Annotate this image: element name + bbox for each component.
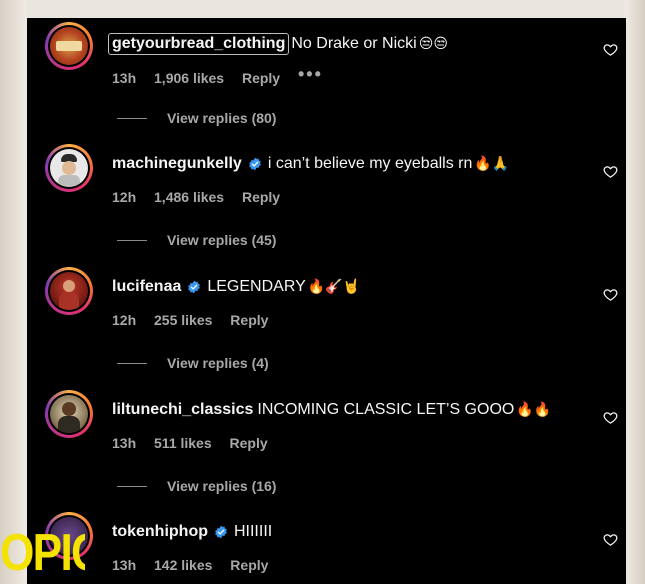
- reply-button[interactable]: Reply: [242, 70, 280, 86]
- like-count[interactable]: 511 likes: [154, 435, 212, 451]
- comment-line: tokenhiphop HIIIIII: [112, 523, 272, 541]
- reply-button[interactable]: Reply: [230, 312, 268, 328]
- like-count[interactable]: 255 likes: [154, 312, 212, 328]
- comment-time: 13h: [112, 557, 137, 573]
- comment-text: i can’t believe my eyeballs rn: [267, 155, 473, 172]
- reply-button[interactable]: Reply: [230, 557, 268, 573]
- view-replies-label[interactable]: View replies (80): [167, 110, 276, 126]
- more-options-icon[interactable]: •••: [298, 64, 323, 84]
- comment-line: machinegunkelly i can’t believe my eyeba…: [112, 155, 509, 173]
- view-replies-label[interactable]: View replies (45): [167, 232, 276, 248]
- comment-time: 13h: [112, 70, 137, 86]
- replies-divider: [117, 485, 147, 487]
- comment-meta: 12h 255 likes Reply: [112, 312, 282, 328]
- like-count[interactable]: 1,486 likes: [154, 189, 224, 205]
- comment-meta: 13h 511 likes Reply: [112, 435, 282, 451]
- comment-line: lucifenaa LEGENDARY 🔥🎸🤘: [112, 278, 360, 296]
- username[interactable]: tokenhiphop: [112, 523, 208, 541]
- background-left: [0, 0, 27, 584]
- like-count[interactable]: 142 likes: [154, 557, 212, 573]
- heart-outline-icon[interactable]: [603, 287, 618, 302]
- avatar[interactable]: [45, 22, 93, 70]
- heart-outline-icon[interactable]: [603, 164, 618, 179]
- username[interactable]: machinegunkelly: [112, 155, 242, 173]
- view-replies-button[interactable]: View replies (4): [117, 355, 269, 371]
- heart-outline-icon[interactable]: [603, 42, 618, 57]
- comment-text: LEGENDARY: [207, 278, 306, 295]
- comment-meta: 13h 1,906 likes Reply •••: [112, 64, 337, 88]
- avatar[interactable]: [45, 390, 93, 438]
- view-replies-label[interactable]: View replies (4): [167, 355, 269, 371]
- username[interactable]: lucifenaa: [112, 278, 181, 296]
- username[interactable]: liltunechi_classics: [112, 401, 253, 419]
- like-count[interactable]: 1,906 likes: [154, 70, 224, 86]
- replies-divider: [117, 239, 147, 241]
- comment-meta: 12h 1,486 likes Reply: [112, 189, 294, 205]
- comment-text: HIIIIII: [233, 523, 273, 540]
- replies-divider: [117, 362, 147, 364]
- reply-button[interactable]: Reply: [242, 189, 280, 205]
- username[interactable]: getyourbread_clothing: [108, 33, 290, 55]
- view-replies-label[interactable]: View replies (16): [167, 478, 276, 494]
- comment-time: 13h: [112, 435, 137, 451]
- comment-emoji: 🔥🎸🤘: [307, 279, 361, 295]
- avatar[interactable]: [45, 267, 93, 315]
- comment-emoji: 😒😒: [418, 36, 448, 52]
- comment-emoji: 🔥🔥: [516, 402, 552, 418]
- verified-badge-icon: [188, 280, 201, 294]
- comment-time: 12h: [112, 312, 137, 328]
- comment-text: No Drake or Nicki: [291, 35, 417, 52]
- verified-badge-icon: [248, 157, 261, 171]
- comment-emoji: 🔥🙏: [474, 156, 510, 172]
- comment-line: getyourbread_clothing No Drake or Nicki …: [108, 33, 448, 55]
- avatar[interactable]: [45, 144, 93, 192]
- comment-text: INCOMING CLASSIC LET’S GOOO: [257, 401, 515, 418]
- view-replies-button[interactable]: View replies (16): [117, 478, 276, 494]
- background-right: [625, 0, 645, 584]
- comment-time: 12h: [112, 189, 137, 205]
- video-watermark: OPIC: [0, 524, 85, 582]
- comment-line: liltunechi_classics INCOMING CLASSIC LET…: [112, 401, 551, 419]
- view-replies-button[interactable]: View replies (45): [117, 232, 276, 248]
- comment-meta: 13h 142 likes Reply: [112, 557, 282, 573]
- reply-button[interactable]: Reply: [230, 435, 268, 451]
- heart-outline-icon[interactable]: [603, 410, 618, 425]
- view-replies-button[interactable]: View replies (80): [117, 110, 276, 126]
- replies-divider: [117, 117, 147, 119]
- heart-outline-icon[interactable]: [603, 532, 618, 547]
- verified-badge-icon: [215, 525, 227, 539]
- comments-panel: getyourbread_clothing No Drake or Nicki …: [27, 18, 626, 584]
